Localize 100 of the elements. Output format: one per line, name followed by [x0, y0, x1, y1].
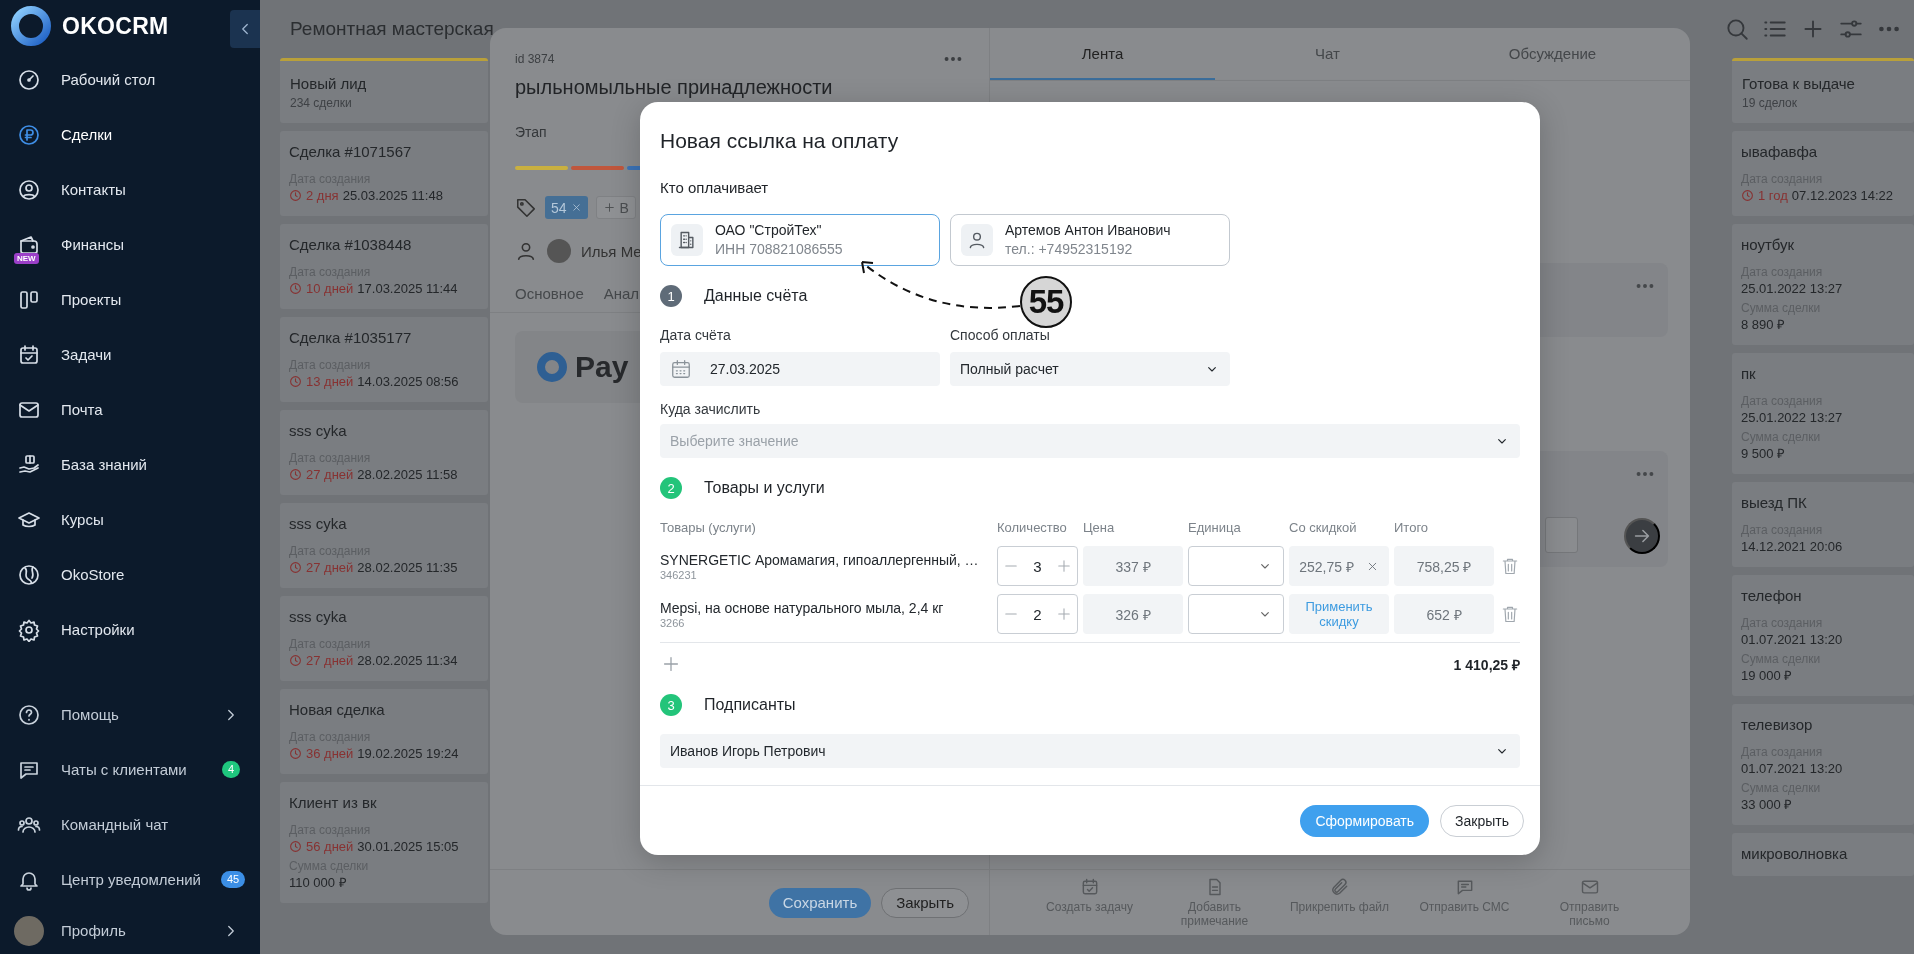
user-circle-icon: [17, 177, 41, 202]
send-button[interactable]: [1624, 518, 1660, 554]
logo-text: OKOCRM: [62, 12, 169, 40]
signer-select[interactable]: Иванов Игорь Петрович: [660, 734, 1520, 768]
apply-discount-button[interactable]: Применить скидку: [1289, 594, 1389, 634]
sum-value: 8 890 ₽: [1741, 316, 1787, 333]
sidebar-item[interactable]: Рабочий стол: [0, 52, 260, 107]
save-button[interactable]: Сохранить: [768, 887, 872, 918]
sidebar-item[interactable]: Командный чат: [0, 797, 260, 852]
responsible-name: Илья Ме: [581, 242, 642, 260]
card-title: Сделка #1038448: [289, 235, 413, 255]
collapse-button[interactable]: [230, 10, 260, 48]
submit-button[interactable]: Сформировать: [1300, 804, 1430, 837]
date-field[interactable]: 27.03.2025: [660, 352, 940, 386]
sidebar-item[interactable]: Проекты: [0, 272, 260, 327]
quantity-stepper[interactable]: 2: [997, 594, 1078, 634]
column-header: Количество: [997, 519, 1068, 537]
sidebar-item[interactable]: Помощь: [0, 687, 260, 742]
count-badge: 4: [221, 761, 240, 778]
price-cell: 337 ₽: [1083, 546, 1183, 586]
sidebar-item[interactable]: Почта: [0, 382, 260, 437]
calendar-icon: [670, 358, 692, 380]
card-title: телевизор: [1741, 715, 1814, 735]
clock-icon: [289, 468, 302, 481]
deal-card[interactable]: микроволновка: [1732, 833, 1914, 876]
discount-value: 252,75 ₽: [1299, 557, 1354, 576]
deal-title: рыльномыльные принадлежности: [515, 76, 833, 98]
card-title: выезд ПК: [1741, 493, 1808, 513]
payment-method-select[interactable]: Полный расчет: [950, 352, 1230, 386]
section-title: Товары и услуги: [704, 479, 825, 497]
sidebar-item[interactable]: База знаний: [0, 437, 260, 492]
grand-total: 1 410,25 ₽: [1453, 655, 1520, 674]
sidebar-item[interactable]: Финансы NEW: [0, 217, 260, 272]
destination-select[interactable]: Выберите значение: [660, 424, 1520, 458]
date-text: 17.03.2025 11:44: [357, 280, 458, 297]
deal-id: id 3874: [515, 52, 555, 66]
tab[interactable]: Основное: [515, 285, 584, 302]
plus-icon[interactable]: [1055, 605, 1073, 623]
step-number: 2: [660, 477, 682, 499]
logo-icon: [10, 5, 52, 47]
deal-count: 234 сделки: [290, 96, 353, 111]
tag-chip[interactable]: 54: [545, 196, 588, 219]
sum-value: 9 500 ₽: [1741, 445, 1787, 462]
search-icon[interactable]: [1724, 16, 1750, 42]
product-name: Mepsi, на основе натурального мыла, 2,4 кг: [660, 599, 945, 616]
card-title: Сделка #1035177: [289, 328, 413, 348]
sidebar-item[interactable]: Курсы: [0, 492, 260, 547]
sidebar-item[interactable]: OkoStore: [0, 547, 260, 602]
payer-card[interactable]: ОАО "СтройТех" ИНН 708821086555: [660, 214, 940, 266]
card-title: пк: [1741, 364, 1757, 384]
discount-field[interactable]: 252,75 ₽: [1289, 546, 1389, 586]
sidebar-item[interactable]: Настройки: [0, 602, 260, 657]
card-title: sss cyka: [289, 514, 348, 534]
annotation-badge: 55: [1020, 276, 1072, 328]
quantity-value: 3: [1033, 557, 1042, 575]
quantity-stepper[interactable]: 3: [997, 546, 1078, 586]
sidebar-item[interactable]: Чаты с клиентами 4: [0, 742, 260, 797]
logo-text: Pay: [575, 350, 629, 384]
close-button[interactable]: Закрыть: [881, 887, 969, 918]
tab[interactable]: Лента: [990, 28, 1215, 80]
sidebar-item[interactable]: Сделки: [0, 107, 260, 162]
select-value: Иванов Игорь Петрович: [670, 743, 827, 759]
select-value: Полный расчет: [960, 361, 1060, 377]
age-text: 36 дней: [306, 745, 354, 762]
clock-icon: [289, 561, 302, 574]
sidebar-item[interactable]: Контакты: [0, 162, 260, 217]
product-sku: 346231: [660, 568, 698, 581]
sum-value: 110 000 ₽: [289, 874, 348, 891]
add-tag-button[interactable]: В: [595, 196, 636, 219]
unit-select[interactable]: [1188, 546, 1284, 586]
age-text: 27 дней: [306, 559, 354, 576]
sum-value: 33 000 ₽: [1741, 796, 1794, 813]
tab[interactable]: Анал: [603, 285, 640, 302]
section-label: Кто оплачивает: [660, 178, 770, 198]
total-cell: 758,25 ₽: [1394, 546, 1494, 586]
payer-card[interactable]: Артемов Антон Иванович тел.: +74952315192: [950, 214, 1230, 266]
building-icon: [677, 230, 697, 250]
tab[interactable]: Обсуждение: [1440, 28, 1665, 80]
clock-icon: [289, 840, 302, 853]
gauge-icon: [17, 67, 41, 92]
payer-detail: тел.: +74952315192: [1005, 241, 1134, 258]
date-text: 25.01.2022 13:27: [1741, 280, 1843, 297]
field-label: Дата счёта: [660, 326, 732, 344]
column-name: Готова к выдаче: [1742, 75, 1856, 93]
age-text: 13 дней: [306, 373, 354, 390]
profile-item[interactable]: Профиль: [0, 907, 260, 954]
field-label: Способ оплаты: [950, 326, 1051, 344]
date-text: 01.07.2021 13:20: [1741, 760, 1843, 777]
plus-icon[interactable]: [1055, 557, 1073, 575]
column-header: Со скидкой: [1289, 519, 1358, 537]
unit-select[interactable]: [1188, 594, 1284, 634]
close-button[interactable]: Закрыть: [1440, 804, 1524, 837]
paperclip-icon: [1329, 877, 1350, 897]
comment-field[interactable]: [1545, 517, 1578, 553]
section-title: Данные счёта: [704, 287, 808, 305]
sidebar-item[interactable]: Центр уведомлений 45: [0, 852, 260, 907]
tab[interactable]: Чат: [1215, 28, 1440, 80]
date-text: 07.12.2023 14:22: [1791, 187, 1894, 204]
sidebar-item[interactable]: Задачи: [0, 327, 260, 382]
date-text: 30.01.2025 15:05: [357, 838, 459, 855]
